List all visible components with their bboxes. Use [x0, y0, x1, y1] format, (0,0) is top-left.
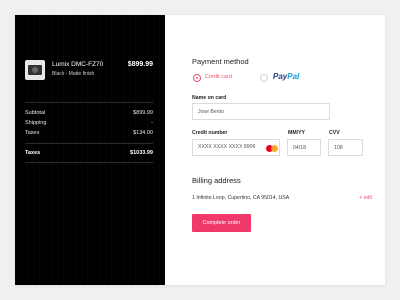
card-number-input[interactable]: XXXX XXXX XXXX 8906 [192, 139, 280, 156]
name-on-card-input[interactable] [192, 103, 330, 120]
credit-card-label[interactable]: Credit card [205, 74, 232, 80]
billing-address-text: 1 Infinite Loop, Cupertino, CA 95014, US… [192, 195, 290, 201]
summary-line-label: Subtotal [25, 110, 46, 116]
billing-address-title: Billing address [192, 176, 241, 185]
order-summary-panel: Lumix DMC-FZ70 Black - Matte finish $899… [15, 15, 165, 285]
card-number-value: XXXX XXXX XXXX 8906 [198, 144, 256, 150]
product-price: $899.99 [127, 61, 153, 68]
complete-order-button[interactable]: Complete order [192, 214, 251, 232]
summary-line-value: $134.00 [133, 130, 153, 136]
mastercard-circle-orange [271, 145, 278, 152]
checkout-card: Lumix DMC-FZ70 Black - Matte finish $899… [15, 15, 385, 285]
edit-address-link[interactable]: + edit [359, 195, 372, 201]
camera-lens [32, 67, 38, 73]
product-name: Lumix DMC-FZ70 [52, 61, 104, 68]
mastercard-icon [266, 145, 278, 152]
summary-line-label: Taxes [25, 130, 40, 136]
cvv-input[interactable] [328, 139, 363, 156]
paypal-logo-pay: Pay [273, 72, 288, 81]
paypal-radio[interactable] [260, 74, 268, 82]
card-number-label: Credit number [192, 130, 228, 136]
name-on-card-label: Name on card [192, 95, 227, 101]
payment-method-title: Payment method [192, 57, 249, 66]
payment-form: Payment method Credit card PayPal Name o… [165, 15, 385, 285]
expiry-input[interactable] [287, 139, 321, 156]
expiry-label: MM/YY [288, 130, 306, 136]
cvv-label: CVV [329, 130, 340, 136]
summary-line-value: $899.99 [133, 110, 153, 116]
camera-icon [25, 60, 45, 80]
credit-card-radio[interactable] [193, 74, 201, 82]
summary-divider [25, 143, 153, 144]
summary-divider [25, 102, 153, 103]
paypal-logo-pal: Pal [287, 72, 300, 81]
paypal-logo[interactable]: PayPal [273, 72, 299, 81]
summary-total-label: Taxes [25, 150, 41, 156]
summary-line-value: - [151, 120, 153, 126]
summary-divider [25, 162, 153, 163]
summary-total-value: $1033.99 [130, 150, 153, 156]
product-variant: Black - Matte finish [52, 71, 95, 77]
summary-line-label: Shipping [25, 120, 47, 126]
